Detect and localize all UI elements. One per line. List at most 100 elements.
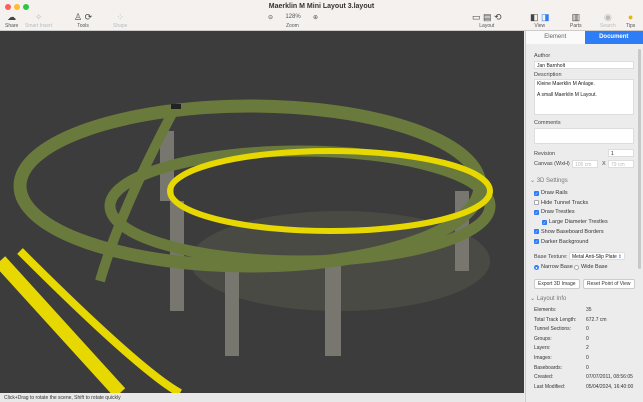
inspector-sidebar: Element Document Author Jan Barnholt Des… bbox=[525, 31, 643, 402]
description-line: Kleine Maerklin M Anlage. bbox=[537, 81, 595, 87]
zoom-control: ⊖ 128% ⊕ bbox=[268, 12, 318, 22]
canvas-height-field[interactable]: 79 cm bbox=[608, 160, 634, 168]
tools-button[interactable]: ♙ ⟳ Tools bbox=[74, 11, 92, 29]
checkbox-label: Hide Tunnel Tracks bbox=[541, 199, 589, 206]
parts-label: Parts bbox=[570, 23, 582, 29]
checkbox-icon bbox=[534, 200, 539, 206]
layout-label: Layout bbox=[479, 23, 495, 29]
search-button[interactable]: ◉ Search bbox=[600, 11, 616, 29]
comments-field[interactable] bbox=[534, 128, 634, 144]
tab-element[interactable]: Element bbox=[526, 31, 585, 44]
info-row: Total Track Length: 672.7 cm bbox=[534, 317, 638, 323]
info-key: Created: bbox=[534, 374, 554, 381]
zoom-out-icon[interactable]: ⊖ bbox=[268, 14, 273, 21]
checkbox-label: Darker Background bbox=[541, 238, 589, 245]
parts-button[interactable]: ▥ Parts bbox=[570, 11, 582, 29]
narrow-base-label: Narrow Base bbox=[541, 264, 573, 270]
checkbox-label: Draw Trestles bbox=[541, 209, 575, 216]
info-key: Tunnel Sections: bbox=[534, 326, 572, 333]
smart-insert-label: Smart Insert bbox=[25, 23, 53, 29]
smart-insert-button[interactable]: ✧ Smart Insert bbox=[25, 11, 52, 29]
base-texture-select[interactable]: Metal Anti-Slip Plate ⇕ bbox=[569, 252, 625, 260]
wand-icon: ✧ bbox=[34, 12, 43, 22]
info-key: Elements: bbox=[534, 307, 557, 313]
share-button[interactable]: ☁ Share bbox=[5, 11, 18, 29]
export-3d-image-button[interactable]: Export 3D Image bbox=[534, 279, 580, 289]
narrow-base-radio[interactable]: ● Narrow Base bbox=[534, 264, 573, 270]
checkbox-draw-rails[interactable]: ✓ Draw Rails bbox=[534, 190, 568, 196]
zoom-label: Zoom bbox=[286, 23, 299, 29]
shape-icon: ⁘ bbox=[116, 12, 124, 22]
sidebar-icon: ◧ ◨ bbox=[530, 12, 550, 22]
info-row: Groups: 0 bbox=[534, 336, 638, 342]
checkbox-label: Large Diameter Trestles bbox=[549, 219, 608, 226]
revision-field[interactable]: 1 bbox=[608, 149, 634, 157]
layout-button[interactable]: ▭ ▤ ⟲ Layout bbox=[472, 11, 502, 29]
status-bar: Click+Drag to rotate the scene, Shift to… bbox=[0, 393, 524, 402]
canvas-size-label: Canvas (WxH) bbox=[534, 161, 570, 167]
info-row: Tunnel Sections: 0 bbox=[534, 326, 638, 332]
layout-icon: ▭ ▤ ⟲ bbox=[472, 12, 502, 22]
checkbox-icon: ✓ bbox=[534, 239, 539, 244]
search-label: Search bbox=[600, 23, 616, 29]
3d-settings-header[interactable]: ⌄ 3D Settings bbox=[530, 177, 568, 184]
base-texture-value: Metal Anti-Slip Plate bbox=[572, 254, 617, 260]
info-key: Total Track Length: bbox=[534, 316, 577, 323]
info-row: Layers: 2 bbox=[534, 345, 638, 351]
base-texture-label: Base Texture: bbox=[534, 254, 568, 260]
share-label: Share bbox=[5, 23, 19, 29]
canvas-width-field[interactable]: 105 cm bbox=[572, 160, 598, 168]
checkbox-icon: ✓ bbox=[534, 229, 539, 235]
info-key: Groups: bbox=[534, 335, 552, 342]
description-field[interactable]: Kleine Maerklin M Anlage. A small Maerkli… bbox=[534, 79, 634, 115]
checkbox-darker-background[interactable]: ✓ Darker Background bbox=[534, 239, 588, 245]
author-field[interactable]: Jan Barnholt bbox=[534, 61, 634, 69]
checkbox-show-baseboard-borders[interactable]: ✓ Show Baseboard Borders bbox=[534, 229, 604, 235]
info-value: 0 bbox=[586, 335, 589, 342]
checkbox-label: Draw Rails bbox=[541, 190, 568, 196]
shape-label: Shape bbox=[113, 23, 128, 29]
info-value: 07/07/2011, 08:56:05 bbox=[586, 374, 633, 381]
info-key: Baseboards: bbox=[534, 364, 563, 371]
trestle bbox=[325, 256, 341, 356]
3d-viewport[interactable] bbox=[0, 31, 524, 393]
layout-info-title: Layout Info bbox=[536, 296, 567, 302]
checkbox-large-diameter-trestles[interactable]: ✓ Large Diameter Trestles bbox=[542, 219, 608, 225]
reset-point-of-view-button[interactable]: Reset Point of View bbox=[583, 279, 635, 289]
checkbox-hide-tunnel-tracks[interactable]: Hide Tunnel Tracks bbox=[534, 200, 588, 206]
info-value: 2 bbox=[586, 345, 589, 352]
checkbox-label: Show Baseboard Borders bbox=[541, 228, 604, 235]
canvas-x-label: X bbox=[602, 161, 606, 167]
description-label: Description bbox=[534, 72, 562, 78]
author-label: Author bbox=[534, 53, 551, 59]
info-key: Images: bbox=[534, 355, 552, 361]
tab-document[interactable]: Document bbox=[584, 31, 643, 44]
scrollbar[interactable] bbox=[638, 49, 641, 269]
info-value: 05/04/2024, 16:40:00 bbox=[586, 383, 634, 390]
checkbox-draw-trestles[interactable]: ✓ Draw Trestles bbox=[534, 209, 575, 215]
description-line: A small Maerklin M Layout. bbox=[537, 92, 597, 98]
revision-label: Revision bbox=[534, 151, 556, 157]
zoom-in-icon[interactable]: ⊕ bbox=[313, 14, 318, 21]
track-buffer bbox=[171, 104, 181, 109]
tips-label: Tips bbox=[626, 23, 636, 29]
checkbox-icon: ✓ bbox=[542, 219, 547, 225]
comments-label: Comments bbox=[534, 120, 561, 126]
checkbox-icon: ✓ bbox=[534, 190, 539, 196]
info-row: Last Modified: 05/04/2024, 16:40:00 bbox=[534, 384, 638, 390]
info-value: 672.7 cm bbox=[586, 316, 607, 323]
layout-3d-scene[interactable] bbox=[0, 31, 524, 393]
shape-button[interactable]: ⁘ Shape bbox=[113, 11, 127, 29]
zoom-value: 128% bbox=[285, 14, 301, 20]
trestle bbox=[225, 266, 239, 356]
tips-button[interactable]: ● Tips bbox=[626, 11, 635, 29]
wide-base-radio[interactable]: Wide Base bbox=[574, 264, 608, 270]
info-value: 35 bbox=[586, 307, 592, 313]
info-row: Baseboards: 0 bbox=[534, 365, 638, 371]
layout-info-header[interactable]: ⌄ Layout Info bbox=[530, 295, 566, 302]
window-title: Maerklin M Mini Layout 3.layout bbox=[268, 3, 375, 10]
info-key: Last Modified: bbox=[534, 383, 566, 390]
view-button[interactable]: ◧ ◨ View bbox=[530, 11, 550, 29]
info-key: Layers: bbox=[534, 345, 551, 352]
view-label: View bbox=[534, 23, 546, 29]
